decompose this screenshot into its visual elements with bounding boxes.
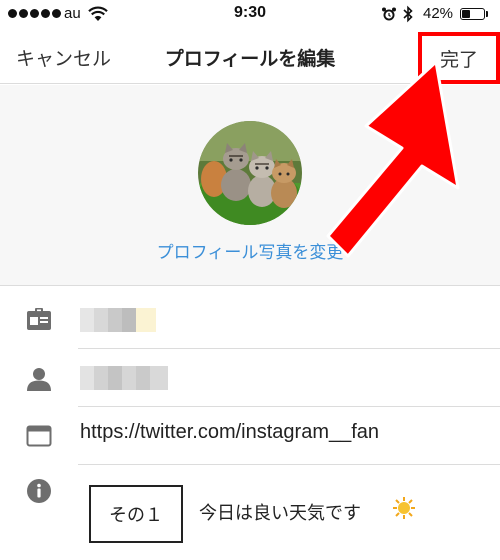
- battery-percent: 42%: [423, 5, 454, 22]
- profile-avatar[interactable]: [198, 121, 302, 225]
- info-icon: [27, 479, 51, 503]
- bio-field[interactable]: 今日は良い天気です: [199, 499, 361, 525]
- battery-icon: [460, 8, 485, 20]
- website-field[interactable]: https://twitter.com/instagram__fan: [80, 421, 379, 444]
- done-label: 完了: [439, 48, 478, 71]
- person-icon: [27, 368, 51, 391]
- bluetooth-icon: [403, 5, 413, 23]
- change-profile-photo-link[interactable]: プロフィール写真を変更: [0, 238, 500, 263]
- bio-box: その１: [89, 485, 183, 543]
- status-bar: au 9:30 42%: [0, 0, 500, 28]
- profile-photo-section: プロフィール写真を変更: [0, 85, 500, 286]
- username-row[interactable]: [0, 349, 500, 407]
- cancel-button[interactable]: キャンセル: [16, 44, 111, 71]
- sun-emoji-icon: [393, 497, 415, 519]
- bio-row[interactable]: その１ 今日は良い天気です: [0, 465, 500, 560]
- id-card-icon: [27, 308, 51, 330]
- browser-window-icon: [26, 425, 52, 447]
- alarm-clock-icon: [382, 7, 396, 21]
- name-row[interactable]: [0, 287, 500, 349]
- website-row[interactable]: https://twitter.com/instagram__fan: [0, 407, 500, 465]
- bio-box-label: その１: [109, 505, 163, 526]
- done-button[interactable]: 完了: [418, 32, 500, 84]
- kittens-photo: [198, 121, 302, 225]
- navigation-bar: キャンセル プロフィールを編集 完了: [0, 28, 500, 84]
